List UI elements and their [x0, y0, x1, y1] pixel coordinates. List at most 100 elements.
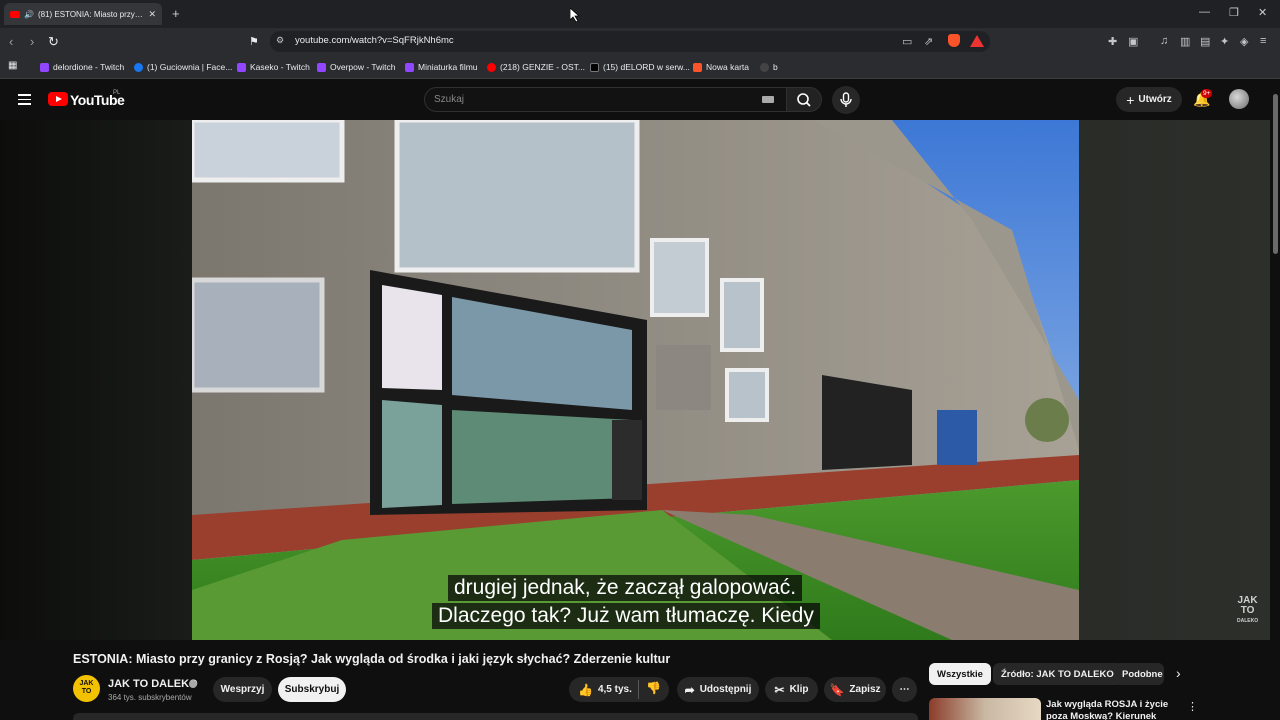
share-button[interactable]: ➦ Udostępnij: [677, 677, 759, 702]
brave-shields-icon[interactable]: [948, 34, 960, 47]
twitch-icon: [405, 62, 414, 72]
bookmark-item[interactable]: Overpow - Twitch: [317, 62, 396, 72]
share-arrow-icon: ➦: [684, 682, 695, 697]
browser-tab-active[interactable]: 🔊 (81) ESTONIA: Miasto przy granicy z Ro…: [4, 3, 162, 25]
region-code: PL: [113, 90, 121, 96]
hamburger-menu-icon[interactable]: [18, 94, 31, 108]
media-icon[interactable]: ♫: [1160, 35, 1168, 47]
wallet2-icon[interactable]: ▤: [1200, 35, 1210, 48]
close-tab-icon[interactable]: ✕: [148, 9, 156, 20]
address-bar-row: ‹ › ↻ ⚑ ⚙ youtube.com/watch?v=SqFRjkNh6m…: [0, 28, 1280, 55]
support-button[interactable]: Wesprzyj: [213, 677, 272, 702]
chevron-right-icon[interactable]: ›: [1176, 665, 1181, 681]
like-count: 4,5 tys.: [597, 684, 632, 695]
create-button[interactable]: + Utwórz: [1116, 87, 1182, 112]
new-tab-icon[interactable]: +: [172, 6, 180, 21]
browser-tab-bar: 🔊 (81) ESTONIA: Miasto przy granicy z Ro…: [0, 0, 1280, 28]
more-icon: ⋯: [899, 684, 910, 695]
mouse-cursor-icon: [570, 8, 580, 22]
bookmark-item[interactable]: Nowa karta: [693, 62, 749, 72]
url-text[interactable]: youtube.com/watch?v=SqFRjkNh6mc: [295, 35, 454, 46]
bookmark-item[interactable]: Miniaturka filmu: [405, 62, 478, 72]
share-icon[interactable]: ⇗: [924, 35, 933, 48]
cast-icon[interactable]: ▭: [902, 35, 912, 48]
keyboard-icon[interactable]: [762, 96, 774, 103]
subtitle-line-2: Dlaczego tak? Już wam tłumaczę. Kiedy: [432, 603, 820, 629]
scissors-icon: ✂: [774, 682, 785, 697]
clip-button[interactable]: ✂ Klip: [765, 677, 818, 702]
subscriber-count: 364 tys. subskrybentów: [108, 693, 192, 702]
like-divider: [638, 680, 639, 699]
forward-icon[interactable]: ›: [30, 34, 34, 49]
save-button[interactable]: 🔖 Zapisz: [824, 677, 886, 702]
subscribe-button[interactable]: Subskrybuj: [278, 677, 346, 702]
apps-icon[interactable]: ▦: [8, 60, 17, 71]
share-label: Udostępnij: [699, 684, 752, 695]
chip-similar[interactable]: Podobne: [1114, 663, 1164, 685]
minimize-icon[interactable]: —: [1199, 6, 1210, 18]
brave-rewards-icon[interactable]: [970, 35, 984, 47]
vpn-icon[interactable]: ◈: [1240, 35, 1248, 48]
wallet-icon[interactable]: ▣: [1128, 35, 1138, 48]
bookmark-item[interactable]: (218) GENZIE - OST...: [487, 62, 585, 72]
more-actions-button[interactable]: ⋯: [892, 677, 917, 702]
reload-icon[interactable]: ↻: [48, 34, 59, 50]
subtitle-line-1: drugiej jednak, że zaczął galopować.: [448, 575, 803, 601]
video-frame[interactable]: [192, 120, 1079, 640]
sidebar-icon[interactable]: ▥: [1180, 35, 1190, 48]
clip-label: Klip: [789, 684, 809, 695]
bookmark-icon[interactable]: ⚑: [249, 35, 259, 48]
search-button[interactable]: [786, 87, 822, 112]
ai-icon[interactable]: ✦: [1220, 35, 1229, 48]
back-icon[interactable]: ‹: [9, 34, 13, 49]
chip-all[interactable]: Wszystkie: [929, 663, 991, 685]
create-label: Utwórz: [1138, 94, 1172, 105]
watermark-text: DALEKO: [1237, 618, 1259, 624]
verified-icon: [189, 680, 197, 688]
site-info-icon[interactable]: ⚙: [276, 35, 284, 46]
bookmark-item[interactable]: Kaseko - Twitch: [237, 62, 310, 72]
recommendation-menu-icon[interactable]: ⋮: [1187, 700, 1198, 713]
voice-search-button[interactable]: [832, 86, 860, 114]
bookmark-item[interactable]: delordione - Twitch: [40, 62, 124, 72]
bookmark-label: Kaseko - Twitch: [250, 62, 310, 72]
extensions-icon[interactable]: ✚: [1108, 35, 1117, 48]
watermark-text: TO: [1240, 605, 1255, 616]
bookmark-label: Miniaturka filmu: [418, 62, 478, 72]
chip-channel[interactable]: Źródło: JAK TO DALEKO: [993, 663, 1122, 685]
speaker-icon[interactable]: 🔊: [24, 10, 34, 19]
maximize-icon[interactable]: ❐: [1229, 6, 1239, 19]
facebook-icon: [134, 62, 143, 72]
recommended-title[interactable]: Jak wygląda ROSJA i życie poza Moskwą? K…: [1046, 699, 1186, 720]
video-scene: [192, 120, 1079, 640]
bookmarks-bar: ▦ delordione - Twitch (1) Guciownia | Fa…: [0, 55, 1280, 79]
channel-avatar[interactable]: JAK TO: [73, 675, 100, 702]
youtube-favicon-icon: [10, 10, 20, 18]
search-placeholder: Szukaj: [434, 94, 465, 105]
recommended-thumbnail[interactable]: [929, 698, 1041, 720]
bookmark-label: (15) dELORD w serw...: [603, 62, 690, 72]
bookmark-item[interactable]: (15) dELORD w serw...: [590, 62, 690, 72]
channel-watermark[interactable]: JAK TO DALEKO: [1237, 596, 1258, 626]
channel-avatar-text: JAK: [79, 680, 94, 687]
channel-avatar-text: TO: [81, 688, 92, 695]
scrollbar-thumb[interactable]: [1273, 94, 1278, 254]
window-close-icon[interactable]: ✕: [1258, 6, 1267, 19]
description-box[interactable]: [73, 713, 918, 720]
channel-name[interactable]: JAK TO DALEKO: [108, 678, 198, 690]
thumbs-up-icon: 👍: [578, 682, 593, 697]
bookmark-label: (218) GENZIE - OST...: [500, 62, 586, 72]
x-icon: [590, 62, 599, 72]
twitch-icon: [317, 62, 326, 72]
bookmark-item[interactable]: b: [760, 62, 778, 72]
avatar[interactable]: [1229, 89, 1249, 109]
search-icon: [797, 93, 811, 107]
menu-icon[interactable]: ≡: [1260, 35, 1266, 47]
search-input[interactable]: [424, 87, 787, 112]
thumbs-down-icon[interactable]: 👎: [646, 681, 661, 695]
plus-icon: +: [1126, 91, 1135, 108]
bookmark-item[interactable]: (1) Guciownia | Face...: [134, 62, 232, 72]
youtube-logo-icon[interactable]: [48, 92, 68, 106]
bookmark-label: delordione - Twitch: [53, 62, 125, 72]
site-icon: [760, 62, 769, 72]
